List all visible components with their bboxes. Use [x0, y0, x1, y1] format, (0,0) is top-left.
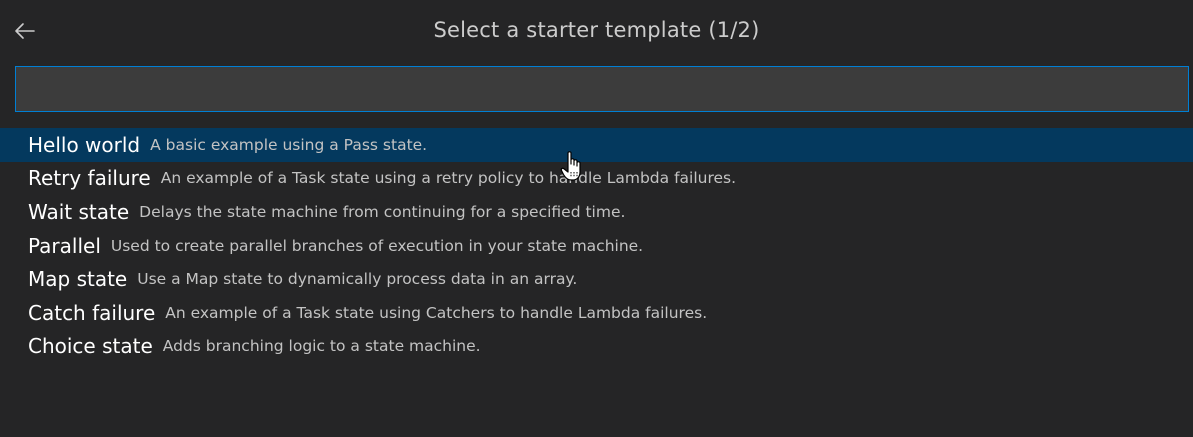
template-item-description: Adds branching logic to a state machine.	[162, 337, 481, 356]
quick-pick-title-bar: Select a starter template (1/2)	[0, 0, 1193, 60]
template-item-description: Used to create parallel branches of exec…	[110, 236, 644, 255]
template-item-parallel[interactable]: Parallel Used to create parallel branche…	[0, 229, 1193, 263]
quick-pick-input[interactable]	[16, 67, 1188, 111]
template-item-description: An example of a Task state using a retry…	[160, 169, 737, 188]
arrow-left-icon	[15, 23, 35, 39]
template-item-hello-world[interactable]: Hello world A basic example using a Pass…	[0, 128, 1193, 162]
template-list: Hello world A basic example using a Pass…	[0, 128, 1193, 363]
template-item-description: An example of a Task state using Catcher…	[165, 303, 708, 322]
template-item-label: Wait state	[28, 199, 130, 224]
template-item-description: A basic example using a Pass state.	[150, 135, 428, 154]
template-item-label: Choice state	[28, 334, 153, 359]
template-item-catch-failure[interactable]: Catch failure An example of a Task state…	[0, 296, 1193, 330]
template-item-description: Use a Map state to dynamically process d…	[137, 270, 578, 289]
template-item-retry-failure[interactable]: Retry failure An example of a Task state…	[0, 162, 1193, 196]
template-item-label: Map state	[28, 267, 128, 292]
back-button[interactable]	[10, 16, 40, 46]
template-item-label: Retry failure	[28, 166, 151, 191]
template-item-description: Delays the state machine from continuing…	[139, 202, 626, 221]
quick-pick-input-box[interactable]	[15, 66, 1189, 112]
quick-pick-title: Select a starter template (1/2)	[433, 18, 760, 42]
template-item-map-state[interactable]: Map state Use a Map state to dynamically…	[0, 262, 1193, 296]
template-item-choice-state[interactable]: Choice state Adds branching logic to a s…	[0, 330, 1193, 364]
template-item-label: Hello world	[28, 132, 141, 157]
quick-pick-panel: Select a starter template (1/2) Hello wo…	[0, 0, 1193, 437]
template-item-wait-state[interactable]: Wait state Delays the state machine from…	[0, 195, 1193, 229]
template-item-label: Catch failure	[28, 300, 156, 325]
template-item-label: Parallel	[28, 233, 101, 258]
